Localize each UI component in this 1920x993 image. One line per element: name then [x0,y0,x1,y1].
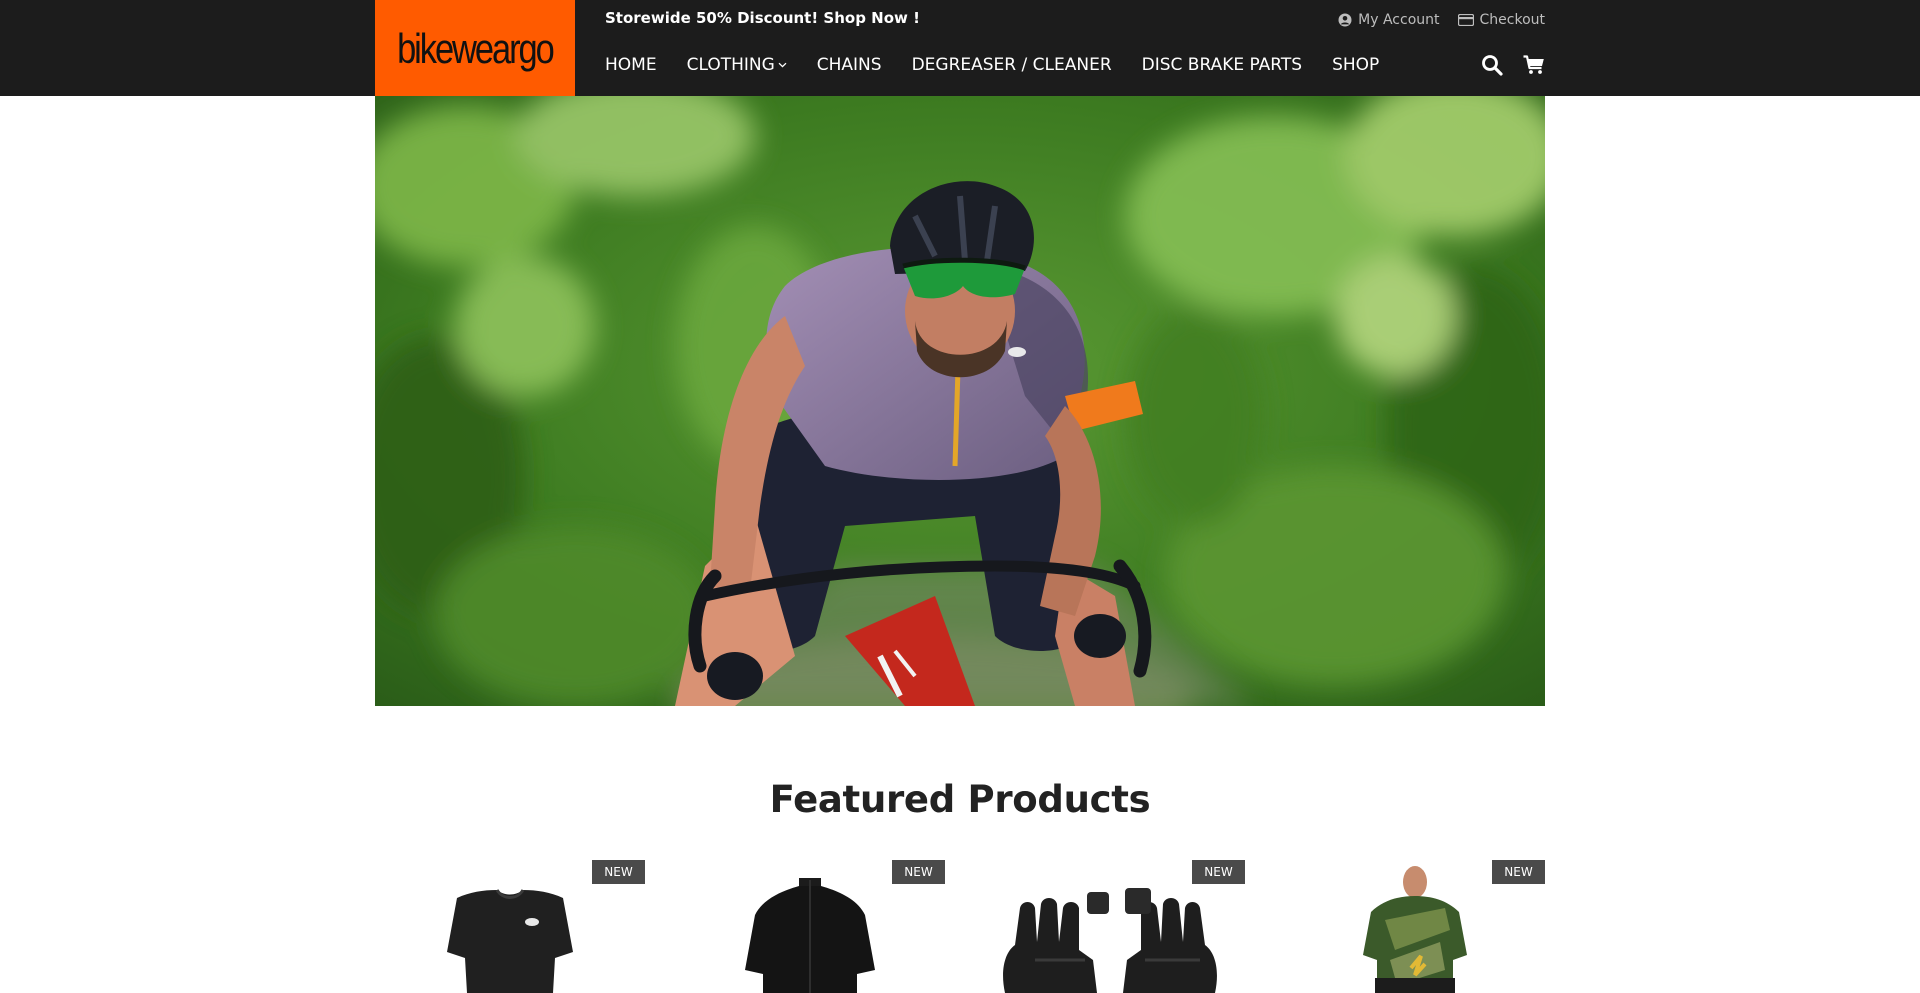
product-card[interactable]: NEW [1275,860,1545,993]
new-badge: NEW [892,860,945,884]
chevron-down-icon [778,62,787,68]
featured-products-title: Featured Products [769,778,1151,821]
logo-text: bikeweargo [397,25,555,72]
search-button[interactable] [1481,54,1503,80]
cart-icon [1523,55,1544,74]
nav-item-label: DISC BRAKE PARTS [1141,55,1303,75]
main-nav: HOME CLOTHING CHAINS DEGREASER / CLEANER… [605,52,1379,78]
nav-item-disc-brake-parts[interactable]: DISC BRAKE PARTS [1142,55,1302,75]
user-circle-icon [1338,13,1352,27]
nav-item-label: CLOTHING [686,55,775,75]
credit-card-icon [1457,14,1474,26]
product-card[interactable]: NEW [375,860,645,993]
nav-item-shop[interactable]: SHOP [1332,55,1379,75]
top-links: My Account Checkout [1338,10,1545,30]
site-logo[interactable]: bikeweargo [375,0,575,96]
new-badge: NEW [1192,860,1245,884]
nav-item-home[interactable]: HOME [605,55,657,75]
nav-item-label: CHAINS [816,55,882,75]
product-card[interactable]: NEW [975,860,1245,993]
site-header: bikeweargo Storewide 50% Discount! Shop … [0,0,1920,96]
promo-banner[interactable]: Storewide 50% Discount! Shop Now ! [605,9,920,27]
header-container: bikeweargo Storewide 50% Discount! Shop … [375,0,1545,96]
nav-item-label: DEGREASER / CLEANER [911,55,1112,75]
my-account-label: My Account [1358,12,1440,28]
checkout-label: Checkout [1479,12,1546,28]
hero-cyclist-image [375,96,1545,706]
search-icon [1482,55,1503,76]
nav-item-chains[interactable]: CHAINS [817,55,882,75]
product-card[interactable]: NEW [675,860,945,993]
my-account-link[interactable]: My Account [1338,12,1440,28]
checkout-link[interactable]: Checkout [1457,12,1546,28]
nav-item-label: HOME [605,55,657,75]
header-icons [1481,54,1545,80]
nav-item-degreaser-cleaner[interactable]: DEGREASER / CLEANER [912,55,1112,75]
new-badge: NEW [1492,860,1545,884]
cart-button[interactable] [1523,55,1545,79]
new-badge: NEW [592,860,645,884]
nav-item-label: SHOP [1332,55,1380,75]
nav-item-clothing[interactable]: CLOTHING [687,55,787,75]
hero-banner[interactable] [375,96,1545,706]
